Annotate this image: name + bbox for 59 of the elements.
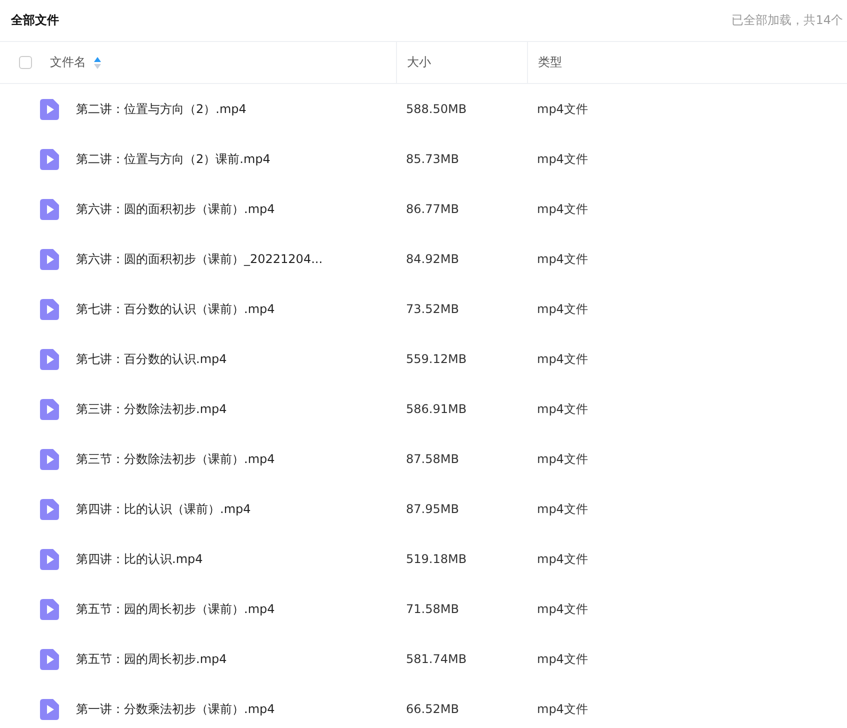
file-type: mp4文件 — [536, 350, 589, 368]
file-size: 87.58MB — [405, 452, 460, 466]
file-size: 71.58MB — [405, 602, 460, 616]
file-size: 66.52MB — [405, 702, 460, 716]
file-name[interactable]: 第四讲：比的认识（课前）.mp4 — [76, 500, 251, 518]
video-file-icon — [40, 98, 59, 120]
video-file-icon — [40, 148, 59, 170]
file-name[interactable]: 第二讲：位置与方向（2）课前.mp4 — [76, 150, 270, 168]
file-type: mp4文件 — [536, 200, 589, 218]
file-size: 87.95MB — [405, 502, 460, 516]
file-name[interactable]: 第三讲：分数除法初步.mp4 — [76, 400, 227, 418]
file-name[interactable]: 第五节：园的周长初步（课前）.mp4 — [76, 600, 275, 618]
video-file-icon — [40, 248, 59, 270]
file-size: 85.73MB — [405, 152, 460, 166]
file-name[interactable]: 第五节：园的周长初步.mp4 — [76, 650, 227, 668]
column-header[interactable]: 文件名 — [50, 54, 86, 71]
sort-icon[interactable] — [94, 56, 101, 68]
file-type: mp4文件 — [536, 700, 589, 718]
video-file-icon — [40, 398, 59, 420]
file-name[interactable]: 第四讲：比的认识.mp4 — [76, 550, 203, 568]
file-type: mp4文件 — [536, 100, 589, 118]
file-size: 519.18MB — [405, 552, 468, 566]
file-size: 588.50MB — [405, 102, 468, 116]
file-size: 581.74MB — [405, 652, 468, 666]
video-file-icon — [40, 498, 59, 520]
video-file-icon — [40, 198, 59, 220]
video-file-icon — [40, 598, 59, 620]
file-type: mp4文件 — [536, 400, 589, 418]
file-type: mp4文件 — [536, 450, 589, 468]
video-file-icon — [40, 698, 59, 720]
video-file-icon — [40, 648, 59, 670]
file-name[interactable]: 第七讲：百分数的认识.mp4 — [76, 350, 227, 368]
file-name[interactable]: 第六讲：圆的面积初步（课前）_20221204... — [76, 250, 323, 268]
load-status: 已全部加载，共14个 — [732, 12, 843, 29]
file-type: mp4文件 — [536, 650, 589, 668]
file-type: mp4文件 — [536, 500, 589, 518]
column-header[interactable]: 大小 — [396, 42, 527, 83]
file-size: 586.91MB — [405, 402, 468, 416]
file-size: 86.77MB — [405, 202, 460, 216]
file-name[interactable]: 第七讲：百分数的认识（课前）.mp4 — [76, 300, 275, 318]
file-name[interactable]: 第一讲：分数乘法初步（课前）.mp4 — [76, 700, 275, 718]
file-name[interactable]: 第三节：分数除法初步（课前）.mp4 — [76, 450, 275, 468]
select-all-checkbox[interactable] — [19, 56, 32, 69]
page-title: 全部文件 — [11, 12, 59, 29]
file-name[interactable]: 第二讲：位置与方向（2）.mp4 — [76, 100, 246, 118]
file-size: 73.52MB — [405, 302, 460, 316]
file-type: mp4文件 — [536, 600, 589, 618]
file-size: 84.92MB — [405, 252, 460, 266]
file-type: mp4文件 — [536, 550, 589, 568]
video-file-icon — [40, 548, 59, 570]
file-type: mp4文件 — [536, 300, 589, 318]
file-type: mp4文件 — [536, 250, 589, 268]
video-file-icon — [40, 298, 59, 320]
video-file-icon — [40, 348, 59, 370]
file-name[interactable]: 第六讲：圆的面积初步（课前）.mp4 — [76, 200, 275, 218]
file-type: mp4文件 — [536, 150, 589, 168]
column-header[interactable]: 类型 — [527, 42, 847, 83]
video-file-icon — [40, 448, 59, 470]
file-size: 559.12MB — [405, 352, 468, 366]
